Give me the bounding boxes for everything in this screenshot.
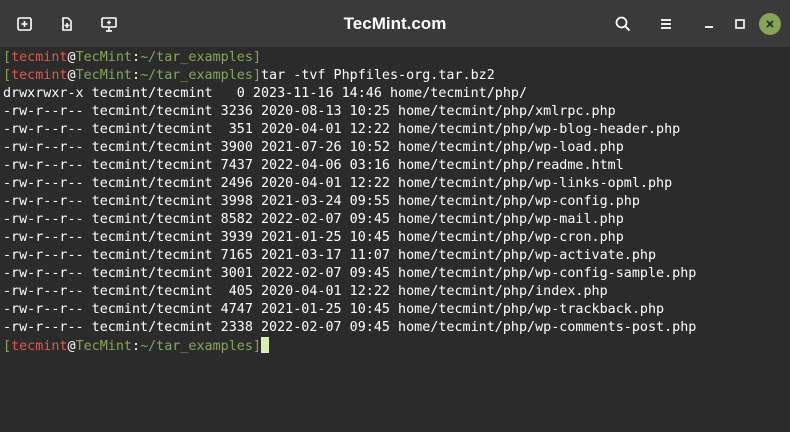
output-line: -rw-r--r-- tecmint/tecmint 4747 2021-01-… <box>3 302 665 317</box>
output-line: -rw-r--r-- tecmint/tecmint 3900 2021-07-… <box>3 140 624 155</box>
output-line: -rw-r--r-- tecmint/tecmint 3939 2021-01-… <box>3 230 624 245</box>
prompt-host: TecMint <box>75 50 132 65</box>
prompt-close-bracket: ] <box>252 339 261 354</box>
output-line: -rw-r--r-- tecmint/tecmint 2496 2020-04-… <box>3 176 673 191</box>
maximize-icon[interactable] <box>728 12 752 36</box>
new-tab-icon[interactable] <box>13 12 37 36</box>
prompt-close-bracket: ] <box>252 68 261 83</box>
terminal-window: TecMint.com [tecmint@TecMint:~/tar_examp… <box>0 0 790 432</box>
minimize-icon[interactable] <box>697 12 721 36</box>
output-line: -rw-r--r-- tecmint/tecmint 351 2020-04-0… <box>3 122 681 137</box>
output-line: -rw-r--r-- tecmint/tecmint 405 2020-04-0… <box>3 284 608 299</box>
prompt-host: TecMint <box>75 68 132 83</box>
prompt-open-bracket: [ <box>3 50 12 65</box>
output-line: -rw-r--r-- tecmint/tecmint 7437 2022-04-… <box>3 158 624 173</box>
prompt-at: @ <box>67 50 76 65</box>
search-icon[interactable] <box>611 12 635 36</box>
output-line: -rw-r--r-- tecmint/tecmint 2338 2022-02-… <box>3 320 697 335</box>
prompt-line: [tecmint@TecMint:~/tar_examples] <box>3 337 790 355</box>
text-cursor <box>261 337 269 353</box>
output-line: drwxrwxr-x tecmint/tecmint 0 2023-11-16 … <box>3 86 528 101</box>
title-bar: TecMint.com <box>0 0 790 48</box>
prompt-user: tecmint <box>11 50 68 65</box>
prompt-path: ~/tar_examples <box>140 339 253 354</box>
prompt-host: TecMint <box>75 339 132 354</box>
prompt-colon: : <box>132 50 141 65</box>
prompt-open-bracket: [ <box>3 339 12 354</box>
prompt-open-bracket: [ <box>3 68 12 83</box>
output-line: -rw-r--r-- tecmint/tecmint 7165 2021-03-… <box>3 248 657 263</box>
prompt-colon: : <box>132 339 141 354</box>
prompt-line: [tecmint@TecMint:~/tar_examples]tar -tvf… <box>3 67 790 85</box>
hamburger-menu-icon[interactable] <box>654 12 678 36</box>
prompt-colon: : <box>132 68 141 83</box>
output-line: -rw-r--r-- tecmint/tecmint 3001 2022-02-… <box>3 266 697 281</box>
close-icon[interactable] <box>759 13 781 35</box>
prompt-at: @ <box>67 339 76 354</box>
prompt-user: tecmint <box>11 339 68 354</box>
output-line: -rw-r--r-- tecmint/tecmint 3236 2020-08-… <box>3 104 616 119</box>
terminal-output[interactable]: [tecmint@TecMint:~/tar_examples] [tecmin… <box>0 47 790 432</box>
output-line: -rw-r--r-- tecmint/tecmint 3998 2021-03-… <box>3 194 640 209</box>
prompt-close-bracket: ] <box>252 50 261 65</box>
command-text: tar -tvf Phpfiles-org.tar.bz2 <box>261 68 495 83</box>
split-view-icon[interactable] <box>97 12 121 36</box>
attach-icon[interactable] <box>55 12 79 36</box>
prompt-path: ~/tar_examples <box>140 68 253 83</box>
prompt-path: ~/tar_examples <box>140 50 253 65</box>
output-line: -rw-r--r-- tecmint/tecmint 8582 2022-02-… <box>3 212 624 227</box>
prompt-user: tecmint <box>11 68 68 83</box>
prompt-at: @ <box>67 68 76 83</box>
prompt-line: [tecmint@TecMint:~/tar_examples] <box>3 49 790 67</box>
